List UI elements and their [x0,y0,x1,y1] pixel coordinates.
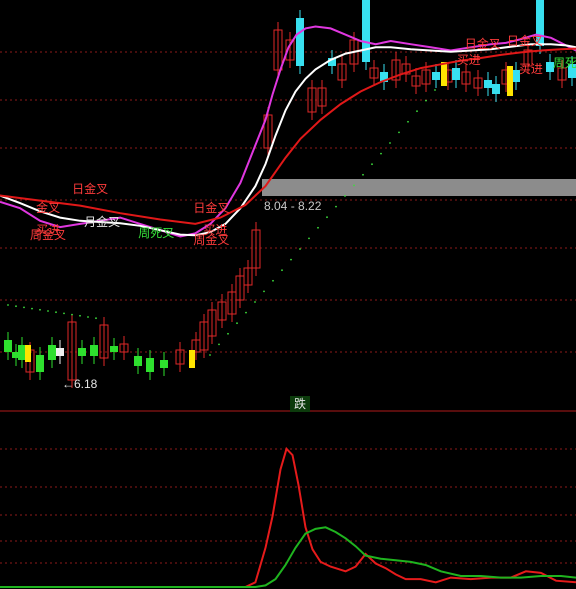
signal-bar [507,66,513,96]
low-price-annotation: ←6.18 [62,377,97,391]
support-dot [63,312,65,315]
support-dot [371,163,373,166]
candle-body [36,355,44,372]
support-dot [380,152,382,155]
support-dot [425,99,427,102]
support-dot [308,237,310,240]
signal-annotation: 日金叉 [506,34,543,48]
support-dot [389,142,391,144]
support-dot [245,311,247,314]
candle-body [90,345,98,356]
support-dot [209,354,211,356]
candle-body [56,348,64,356]
support-dot [55,311,57,314]
candle-body [110,346,118,352]
signal-annotation: 月金叉 [84,215,121,230]
signal-annotation: 周金叉 [193,232,230,247]
support-dot [434,89,436,91]
support-dot [344,195,346,197]
candle-body [48,345,56,360]
support-dot [398,131,400,134]
support-dot [236,322,238,325]
candle-body [484,80,492,88]
support-dot [407,120,409,123]
sub-series-line-0 [0,446,576,588]
support-dot [47,310,49,312]
signal-bar [441,62,447,86]
support-dot [15,305,17,308]
support-dot [218,343,220,346]
support-dot [335,205,337,208]
support-dot [7,304,9,306]
candle-body [492,84,500,94]
main-series-line-2 [0,47,576,225]
signal-annotation: 买进 [518,62,543,77]
support-dot [31,307,33,310]
signal-annotation: 日金叉 [464,37,501,52]
support-dot [281,269,283,272]
candle-body [4,340,12,352]
support-dot [317,226,319,229]
candle-body [160,360,168,368]
chart-svg [0,0,576,588]
support-dot [299,248,301,250]
support-dot [39,308,41,311]
candle-body [134,356,142,366]
support-dot [79,314,81,317]
signal-annotation: 周金叉 [30,227,67,242]
support-dot [290,258,292,261]
candle-body [432,72,440,80]
support-dot [87,316,89,318]
support-dot [416,110,418,113]
support-dot [326,216,328,219]
indicator-title: 跌 [290,396,310,412]
candle-body [18,345,26,360]
candle-body [146,358,154,372]
support-dot [353,184,355,187]
candle-body [296,18,304,66]
low-price-value: 6.18 [74,377,98,391]
candle-body [362,0,370,62]
support-dot [263,290,265,293]
signal-annotation: 周死叉 [552,56,576,71]
signal-annotation: 买进 [456,52,481,67]
signal-annotation: 金叉 [36,201,61,216]
support-dot [95,317,97,320]
price-band-label: 8.04 - 8.22 [264,199,322,213]
signal-bar [25,345,31,362]
candle-body [78,348,86,356]
price-band [262,179,576,196]
support-dot [362,173,364,176]
support-dot [272,279,274,282]
support-dot [71,313,73,316]
signal-bar [189,350,195,368]
support-dot [254,301,256,303]
signal-annotation: 日金叉 [72,182,109,197]
support-dot [23,306,25,309]
signal-annotation: 日金叉 [193,201,230,216]
low-arrow-icon: ← [62,377,74,391]
candle-body [452,68,460,80]
chart-stage: 日金叉金叉买进周金叉月金叉周死叉日金叉买进周金叉日金叉买进日金叉买进周死叉 8.… [0,0,576,589]
signal-annotation: 周死叉 [138,226,175,241]
support-dot [227,332,229,335]
